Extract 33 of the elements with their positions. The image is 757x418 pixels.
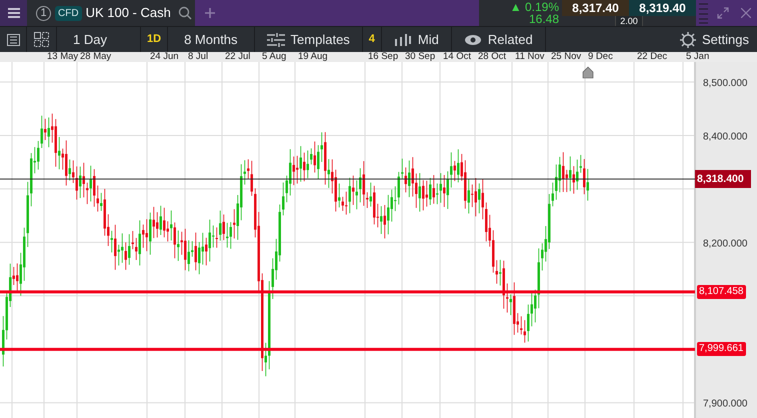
buy-price-button[interactable]: 8,319.40 xyxy=(629,0,696,16)
price-tick-label: 8,500.000 xyxy=(703,78,748,89)
price-tick-label: 8,200.000 xyxy=(703,238,748,250)
date-label: 5 Aug xyxy=(262,52,286,62)
current-price-tag: 8,318.400 xyxy=(695,170,751,188)
cfd-badge: CFD xyxy=(55,6,82,20)
date-label: 14 Oct xyxy=(443,52,471,62)
date-label: 25 Nov xyxy=(551,52,582,62)
price-tick-label: 7,900.000 xyxy=(703,398,748,410)
date-label: 8 Jul xyxy=(188,52,208,62)
date-label: 11 Nov xyxy=(515,52,544,62)
date-label: 9 Dec xyxy=(588,52,613,62)
price-tick-label: 8,400.000 xyxy=(703,131,748,142)
date-label: 24 Jun xyxy=(150,52,179,62)
date-label: 28 Oct xyxy=(478,52,506,62)
date-label: 22 Jul xyxy=(225,52,250,62)
date-label: 13 May xyxy=(47,52,78,62)
date-label: 28 May xyxy=(80,52,112,62)
date-label: 5 Jan xyxy=(686,52,710,62)
date-label: 30 Sep xyxy=(405,52,436,62)
tab-number: 1 xyxy=(36,6,51,20)
sell-price-button[interactable]: 8,317.40 xyxy=(562,0,629,16)
instrument-name: UK 100 - Cash xyxy=(86,4,171,22)
date-label: 16 Sep xyxy=(368,52,398,62)
spread-badge: 2.00 xyxy=(615,16,643,26)
level-price-tag: 8,107.458 xyxy=(697,284,746,299)
change-points: 16.48 xyxy=(528,13,559,25)
date-label: 19 Aug xyxy=(298,52,328,62)
level-price-tag: 7,999.661 xyxy=(697,342,746,356)
instrument-tab[interactable]: 1 CFD UK 100 - Cash xyxy=(27,0,195,26)
date-label: 22 Dec xyxy=(637,52,668,62)
settings-button[interactable]: Settings xyxy=(668,27,757,52)
change-percent: ▲ 0.19% xyxy=(510,1,559,13)
